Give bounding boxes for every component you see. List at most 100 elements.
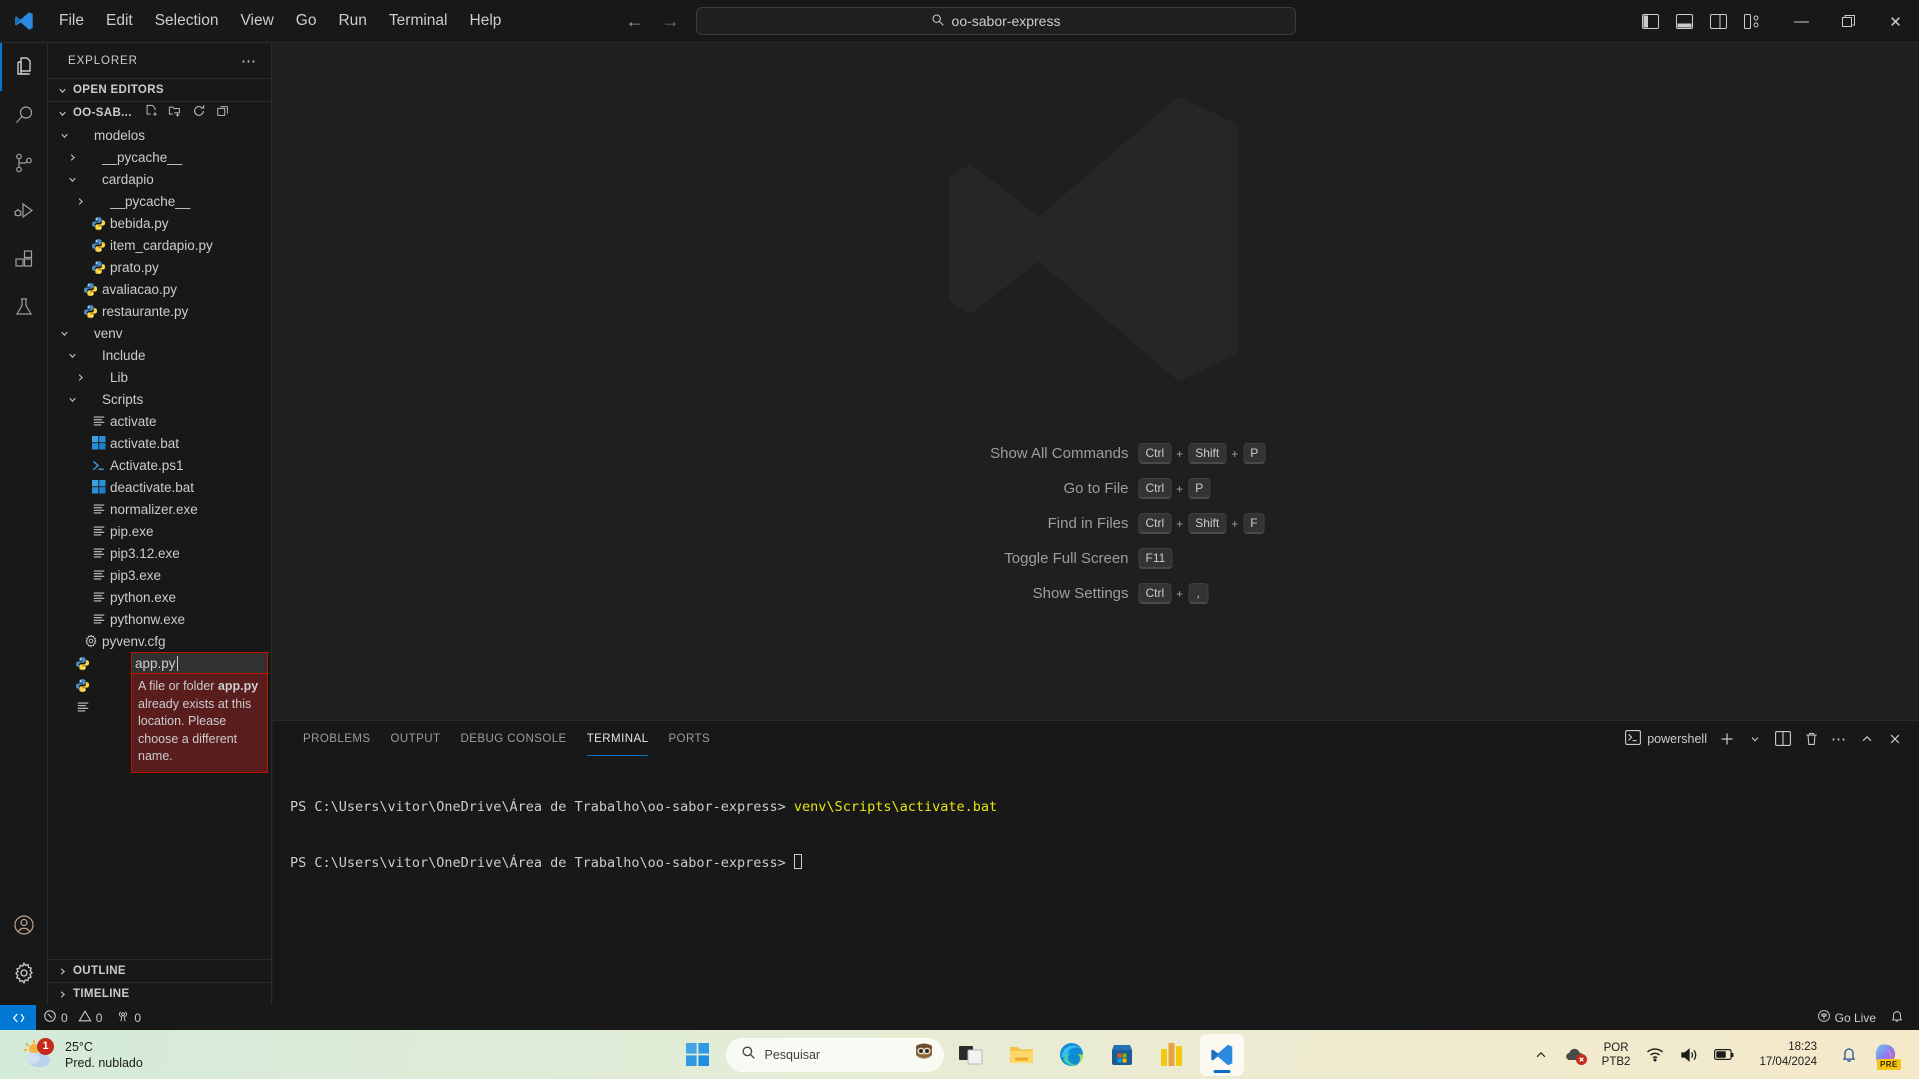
tray-volume-icon[interactable] bbox=[1672, 1034, 1706, 1076]
section-open-editors[interactable]: OPEN EDITORS bbox=[48, 78, 271, 101]
navigate-forward-button[interactable]: → bbox=[660, 11, 682, 32]
tree-file-pythonw-exe[interactable]: pythonw.exe bbox=[48, 608, 271, 630]
tree-file-activate[interactable]: activate bbox=[48, 410, 271, 432]
terminal-output[interactable]: PS C:\Users\vitor\OneDrive\Área de Traba… bbox=[273, 756, 1919, 909]
taskbar-visual-studio-code[interactable] bbox=[1199, 1033, 1244, 1076]
menu-selection[interactable]: Selection bbox=[144, 8, 230, 34]
tree-file-bebida-py[interactable]: bebida.py bbox=[48, 212, 271, 234]
rename-input[interactable]: app.py bbox=[131, 652, 268, 674]
tree-folder-lib[interactable]: Lib bbox=[48, 366, 271, 388]
key-separator: + bbox=[1176, 446, 1184, 461]
tray-battery-icon[interactable] bbox=[1706, 1034, 1743, 1076]
taskbar-task-view[interactable] bbox=[950, 1034, 994, 1076]
kill-terminal-icon[interactable] bbox=[1797, 725, 1825, 753]
new-terminal-icon[interactable] bbox=[1713, 725, 1741, 753]
toggle-panel-icon[interactable] bbox=[1674, 12, 1694, 32]
tree-file-prato-py[interactable]: prato.py bbox=[48, 256, 271, 278]
tray-onedrive-error-icon[interactable] bbox=[1556, 1034, 1594, 1076]
window-maximize-button[interactable] bbox=[1825, 0, 1872, 43]
tree-folder-include[interactable]: Include bbox=[48, 344, 271, 366]
taskbar-file-explorer[interactable] bbox=[1000, 1034, 1044, 1076]
window-minimize-button[interactable]: — bbox=[1778, 0, 1825, 43]
menu-run[interactable]: Run bbox=[327, 8, 377, 34]
panel-tab-output[interactable]: OUTPUT bbox=[381, 721, 451, 756]
taskbar-search-box[interactable]: Pesquisar bbox=[725, 1037, 944, 1072]
tray-copilot-icon[interactable]: PRE bbox=[1865, 1034, 1909, 1076]
split-terminal-icon[interactable] bbox=[1769, 725, 1797, 753]
taskbar-power-bi[interactable] bbox=[1150, 1034, 1194, 1076]
weather-widget[interactable]: 1 25°C Pred. nublado bbox=[0, 1037, 143, 1071]
menu-edit[interactable]: Edit bbox=[95, 8, 144, 34]
activity-search[interactable] bbox=[0, 91, 48, 139]
panel-more-actions-icon[interactable]: ⋯ bbox=[1825, 725, 1853, 753]
terminal-profile-chevron-down-icon[interactable] bbox=[1741, 725, 1769, 753]
tray-language-indicator[interactable]: POR PTB2 bbox=[1594, 1034, 1639, 1076]
toggle-secondary-sidebar-icon[interactable] bbox=[1708, 12, 1728, 32]
tree-file-pip3-exe[interactable]: pip3.exe bbox=[48, 564, 271, 586]
status-problems[interactable]: 0 0 bbox=[36, 1005, 109, 1030]
activity-settings[interactable] bbox=[0, 949, 48, 997]
activity-extensions[interactable] bbox=[0, 235, 48, 283]
ps1-file-icon bbox=[88, 458, 109, 473]
navigate-back-button[interactable]: ← bbox=[624, 11, 646, 32]
tree-file-normalizer-exe[interactable]: normalizer.exe bbox=[48, 498, 271, 520]
menu-file[interactable]: File bbox=[48, 8, 95, 34]
tree-folder--pycache-[interactable]: __pycache__ bbox=[48, 190, 271, 212]
tray-wifi-icon[interactable] bbox=[1638, 1034, 1672, 1076]
activity-testing[interactable] bbox=[0, 283, 48, 331]
new-file-icon[interactable] bbox=[144, 104, 158, 123]
customize-layout-icon[interactable] bbox=[1742, 12, 1762, 32]
close-panel-icon[interactable] bbox=[1881, 725, 1909, 753]
rename-error-prefix: A file or folder bbox=[138, 679, 218, 693]
taskbar-microsoft-store[interactable] bbox=[1100, 1034, 1144, 1076]
status-notifications[interactable] bbox=[1883, 1005, 1911, 1030]
status-go-live[interactable]: Go Live bbox=[1810, 1005, 1883, 1030]
tree-file-item-cardapio-py[interactable]: item_cardapio.py bbox=[48, 234, 271, 256]
taskbar-microsoft-edge[interactable] bbox=[1050, 1034, 1094, 1076]
windows-start-button[interactable] bbox=[676, 1034, 720, 1076]
toggle-primary-sidebar-icon[interactable] bbox=[1640, 12, 1660, 32]
activity-run-and-debug[interactable] bbox=[0, 187, 48, 235]
refresh-explorer-icon[interactable] bbox=[192, 104, 206, 123]
activity-source-control[interactable] bbox=[0, 139, 48, 187]
tree-file-pip3-12-exe[interactable]: pip3.12.exe bbox=[48, 542, 271, 564]
section-timeline[interactable]: TIMELINE bbox=[48, 982, 271, 1005]
tree-folder-cardapio[interactable]: cardapio bbox=[48, 168, 271, 190]
tree-folder--pycache-[interactable]: __pycache__ bbox=[48, 146, 271, 168]
activity-explorer[interactable] bbox=[0, 43, 48, 91]
menu-terminal[interactable]: Terminal bbox=[378, 8, 459, 34]
tree-file-avaliacao-py[interactable]: avaliacao.py bbox=[48, 278, 271, 300]
remote-window-button[interactable] bbox=[0, 1005, 36, 1030]
section-outline[interactable]: OUTLINE bbox=[48, 959, 271, 982]
panel-tab-debug-console[interactable]: DEBUG CONSOLE bbox=[451, 721, 577, 756]
tray-clock[interactable]: 18:23 17/04/2024 bbox=[1743, 1034, 1833, 1076]
section-project[interactable]: OO-SAB... bbox=[48, 101, 271, 124]
explorer-more-actions-icon[interactable]: ⋯ bbox=[241, 52, 257, 70]
new-folder-icon[interactable] bbox=[168, 104, 182, 123]
tree-file-restaurante-py[interactable]: restaurante.py bbox=[48, 300, 271, 322]
collapse-folders-icon[interactable] bbox=[216, 104, 230, 123]
tray-overflow-button[interactable] bbox=[1526, 1034, 1556, 1076]
maximize-panel-icon[interactable] bbox=[1853, 725, 1881, 753]
menu-view[interactable]: View bbox=[229, 8, 284, 34]
tree-folder-modelos[interactable]: modelos bbox=[48, 124, 271, 146]
panel-tab-problems[interactable]: PROBLEMS bbox=[293, 721, 381, 756]
menu-help[interactable]: Help bbox=[459, 8, 513, 34]
panel-tab-terminal[interactable]: TERMINAL bbox=[577, 721, 659, 756]
status-ports[interactable]: 0 bbox=[109, 1005, 148, 1030]
terminal-shell-selector[interactable]: powershell bbox=[1619, 729, 1713, 748]
tree-file-pip-exe[interactable]: pip.exe bbox=[48, 520, 271, 542]
tree-folder-venv[interactable]: venv bbox=[48, 322, 271, 344]
panel-tab-ports[interactable]: PORTS bbox=[658, 721, 720, 756]
quick-search-input[interactable]: oo-sabor-express bbox=[695, 7, 1296, 35]
tree-file-activate-ps1[interactable]: Activate.ps1 bbox=[48, 454, 271, 476]
tree-file-activate-bat[interactable]: activate.bat bbox=[48, 432, 271, 454]
tree-file-python-exe[interactable]: python.exe bbox=[48, 586, 271, 608]
activity-account[interactable] bbox=[0, 901, 48, 949]
menu-go[interactable]: Go bbox=[285, 8, 328, 34]
tree-folder-scripts[interactable]: Scripts bbox=[48, 388, 271, 410]
tray-notifications-icon[interactable] bbox=[1833, 1034, 1865, 1076]
window-close-button[interactable]: ✕ bbox=[1872, 0, 1919, 43]
tree-file-pyvenv-cfg[interactable]: pyvenv.cfg bbox=[48, 630, 271, 652]
tree-file-deactivate-bat[interactable]: deactivate.bat bbox=[48, 476, 271, 498]
